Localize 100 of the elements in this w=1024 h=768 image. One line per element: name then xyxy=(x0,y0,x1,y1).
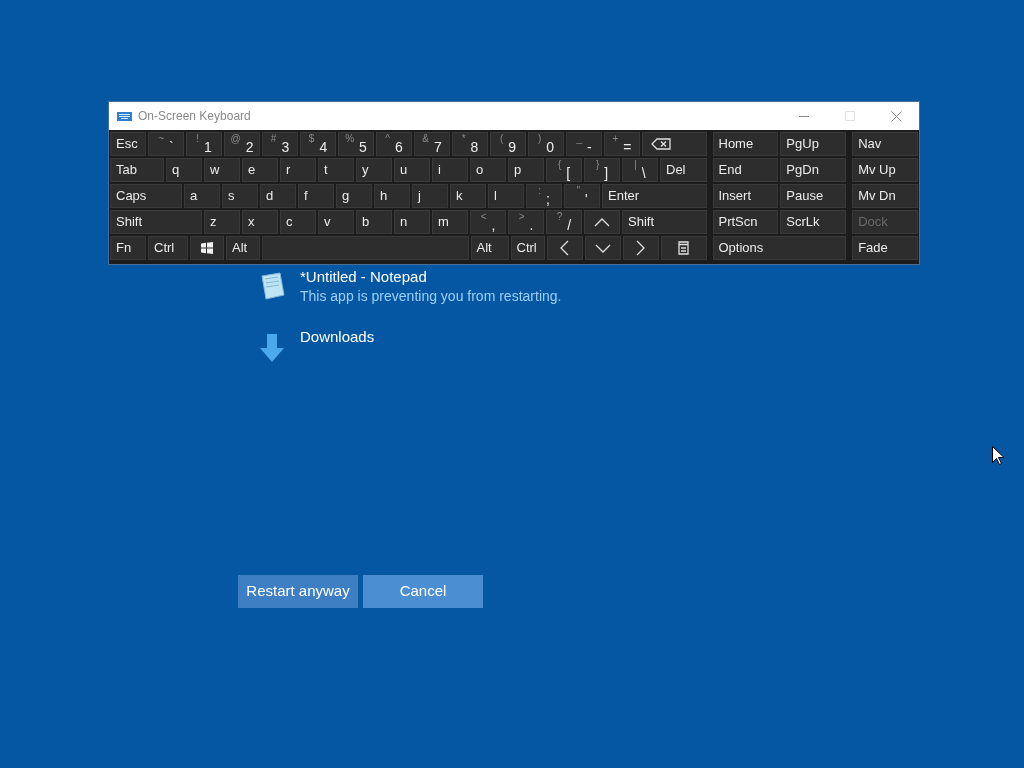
backspace-key[interactable] xyxy=(642,132,707,156)
keyboard-key[interactable]: f xyxy=(298,184,334,208)
keyboard-key[interactable]: k xyxy=(450,184,486,208)
keyboard-key[interactable]: Alt xyxy=(226,236,260,260)
keyboard-key[interactable]: Pause xyxy=(780,184,847,208)
chevron-left-icon xyxy=(560,240,569,256)
keyboard-key[interactable]: & 7 xyxy=(414,132,450,156)
keyboard-key[interactable]: Del xyxy=(660,158,707,182)
keyboard-key[interactable]: | \ xyxy=(622,158,658,182)
keyboard-key[interactable]: ~ ` xyxy=(148,132,184,156)
key-symbol: 3 xyxy=(281,139,290,155)
keyboard-key[interactable]: Caps xyxy=(110,184,182,208)
left-key[interactable] xyxy=(546,236,583,260)
keyboard-key[interactable]: + = xyxy=(604,132,640,156)
keyboard-key[interactable]: } ] xyxy=(584,158,620,182)
keyboard-key[interactable]: c xyxy=(280,210,316,234)
keyboard-key[interactable]: d xyxy=(260,184,296,208)
keyboard-key[interactable]: o xyxy=(470,158,506,182)
restart-anyway-button[interactable]: Restart anyway xyxy=(238,575,358,608)
keyboard-key[interactable]: Fn xyxy=(110,236,146,260)
menu-key[interactable] xyxy=(660,236,707,260)
keyboard-key[interactable]: Mv Up xyxy=(852,158,918,182)
keyboard-key[interactable]: u xyxy=(394,158,430,182)
up-key[interactable] xyxy=(584,210,620,234)
keyboard-key[interactable]: e xyxy=(242,158,278,182)
keyboard-key[interactable]: r xyxy=(280,158,316,182)
keyboard-key[interactable]: Ctrl xyxy=(148,236,188,260)
keyboard-key[interactable]: PgDn xyxy=(780,158,847,182)
keyboard-key[interactable]: x xyxy=(242,210,278,234)
keyboard-key[interactable]: ^ 6 xyxy=(376,132,412,156)
keyboard-key[interactable]: ) 0 xyxy=(528,132,564,156)
keyboard-key[interactable]: q xyxy=(166,158,202,182)
shift-symbol: ( xyxy=(499,133,504,145)
keyboard-key[interactable]: Shift xyxy=(622,210,707,234)
keyboard-key[interactable]: $ 4 xyxy=(300,132,336,156)
keyboard-key[interactable]: ScrLk xyxy=(780,210,847,234)
window-title: On-Screen Keyboard xyxy=(138,108,251,125)
keyboard-key[interactable]: Mv Dn xyxy=(852,184,918,208)
keyboard-key[interactable]: g xyxy=(336,184,372,208)
keyboard-key[interactable]: t xyxy=(318,158,354,182)
keyboard-key[interactable]: Nav xyxy=(852,132,918,156)
keyboard-key[interactable]: Fade xyxy=(852,236,918,260)
shift-symbol: ) xyxy=(537,133,542,145)
chevron-right-icon xyxy=(636,240,645,256)
keyboard-key[interactable]: End xyxy=(712,158,779,182)
keyboard-key[interactable]: @ 2 xyxy=(224,132,260,156)
keyboard-key[interactable]: Home xyxy=(712,132,779,156)
keyboard-key[interactable]: Tab xyxy=(110,158,164,182)
key-symbol: - xyxy=(586,139,592,155)
backspace-icon xyxy=(651,138,671,150)
keyboard-key[interactable]: p xyxy=(508,158,544,182)
keyboard-key[interactable]: : ; xyxy=(526,184,562,208)
keyboard-key[interactable]: s xyxy=(222,184,258,208)
key-symbol: ; xyxy=(545,191,550,207)
keyboard-key[interactable]: Insert xyxy=(712,184,779,208)
key-symbol: 8 xyxy=(470,139,479,155)
shift-symbol: < xyxy=(480,211,487,223)
keyboard-key[interactable]: % 5 xyxy=(338,132,374,156)
keyboard-key[interactable]: Esc xyxy=(110,132,146,156)
key-symbol: 4 xyxy=(319,139,328,155)
down-key[interactable] xyxy=(584,236,621,260)
keyboard-key[interactable]: ( 9 xyxy=(490,132,526,156)
keyboard-key[interactable]: ? / xyxy=(546,210,582,234)
keyboard-key[interactable]: h xyxy=(374,184,410,208)
keyboard-key[interactable]: ! 1 xyxy=(186,132,222,156)
keyboard-key[interactable]: > . xyxy=(508,210,544,234)
keyboard-key[interactable]: w xyxy=(204,158,240,182)
windows-logo-icon xyxy=(201,242,213,254)
keyboard-key[interactable]: { [ xyxy=(546,158,582,182)
shift-symbol: & xyxy=(422,133,429,145)
keyboard-key[interactable]: Alt xyxy=(470,236,509,260)
keyboard-key[interactable]: < , xyxy=(470,210,506,234)
right-key[interactable] xyxy=(622,236,659,260)
keyboard-key[interactable]: b xyxy=(356,210,392,234)
keyboard-key[interactable]: a xyxy=(184,184,220,208)
keyboard-key[interactable]: * 8 xyxy=(452,132,488,156)
shift-symbol: | xyxy=(634,159,637,171)
keyboard-key[interactable]: Ctrl xyxy=(510,236,545,260)
windows-key[interactable] xyxy=(190,236,224,260)
keyboard-key[interactable]: i xyxy=(432,158,468,182)
close-icon xyxy=(890,110,902,122)
keyboard-key[interactable]: l xyxy=(488,184,524,208)
keyboard-key[interactable]: PrtScn xyxy=(712,210,779,234)
keyboard-key[interactable]: " ' xyxy=(564,184,600,208)
keyboard-key[interactable]: Shift xyxy=(110,210,202,234)
keyboard-key[interactable]: j xyxy=(412,184,448,208)
keyboard-key[interactable]: # 3 xyxy=(262,132,298,156)
keyboard-key[interactable]: _ - xyxy=(566,132,602,156)
chevron-down-icon xyxy=(594,243,611,253)
shift-symbol: " xyxy=(576,185,580,197)
keyboard-key[interactable]: z xyxy=(204,210,240,234)
keyboard-key[interactable]: Options xyxy=(712,236,847,260)
keyboard-key[interactable]: v xyxy=(318,210,354,234)
shift-symbol: $ xyxy=(308,133,315,145)
keyboard-key[interactable]: PgUp xyxy=(780,132,847,156)
keyboard-key[interactable]: y xyxy=(356,158,392,182)
shift-symbol: ~ xyxy=(158,133,165,145)
keyboard-key[interactable]: Enter xyxy=(602,184,707,208)
keyboard-key[interactable]: n xyxy=(394,210,430,234)
keyboard-key[interactable]: m xyxy=(432,210,468,234)
